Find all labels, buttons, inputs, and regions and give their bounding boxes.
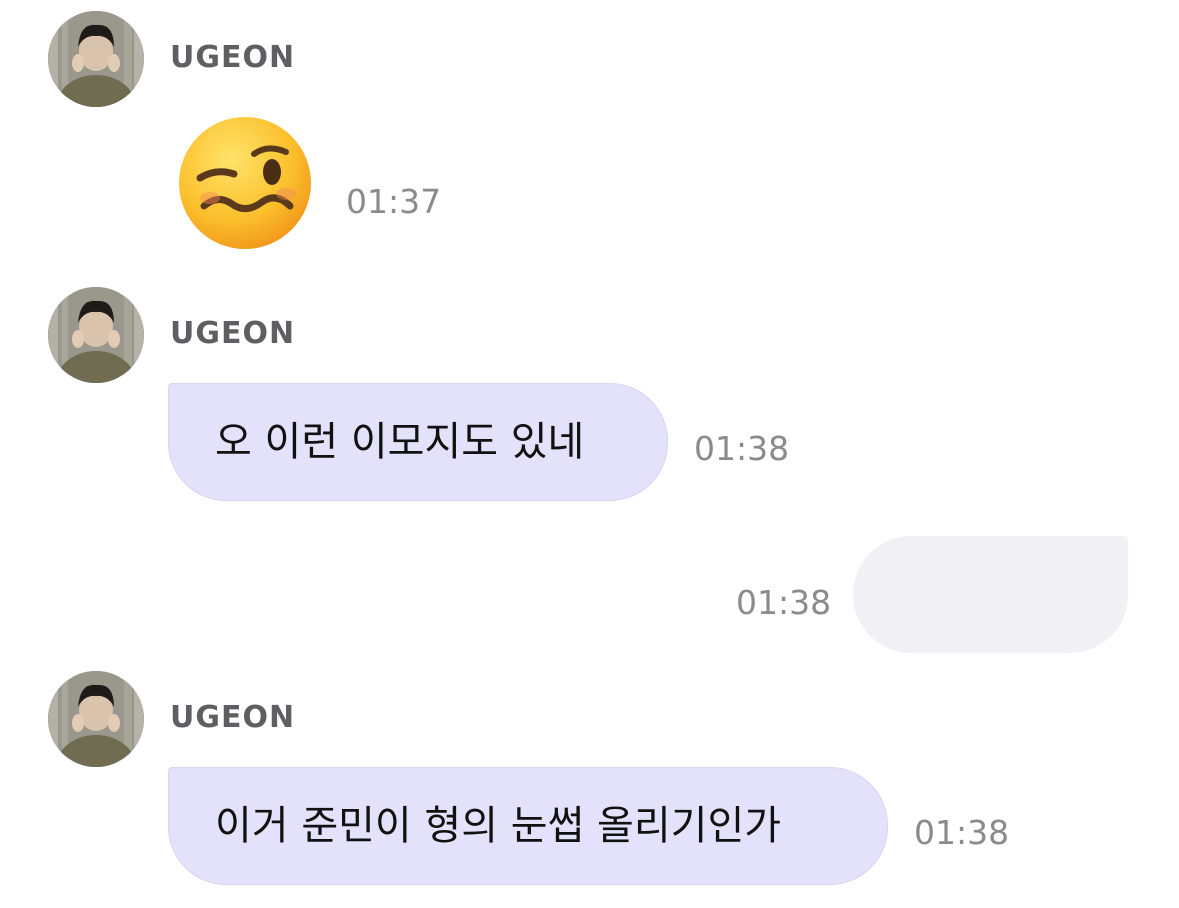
avatar[interactable]: [48, 671, 144, 767]
message-timestamp: 01:38: [736, 583, 832, 622]
message-timestamp: 01:37: [346, 182, 442, 221]
message-timestamp: 01:38: [914, 813, 1010, 852]
sender-name: UGEON: [170, 40, 296, 75]
user-avatar-photo-icon: [48, 11, 144, 107]
sender-name: UGEON: [170, 316, 296, 351]
face-with-uneven-eyes-and-wavy-mouth-emoji-icon: [176, 114, 314, 252]
message-timestamp: 01:38: [694, 429, 790, 468]
avatar[interactable]: [48, 287, 144, 383]
user-avatar-photo-icon: [48, 287, 144, 383]
incoming-message-bubble[interactable]: 오 이런 이모지도 있네: [168, 383, 668, 501]
user-avatar-photo-icon: [48, 671, 144, 767]
sender-name: UGEON: [170, 700, 296, 735]
outgoing-message-bubble[interactable]: [853, 536, 1128, 653]
avatar[interactable]: [48, 11, 144, 107]
incoming-message-bubble[interactable]: 이거 준민이 형의 눈썹 올리기인가: [168, 767, 888, 885]
